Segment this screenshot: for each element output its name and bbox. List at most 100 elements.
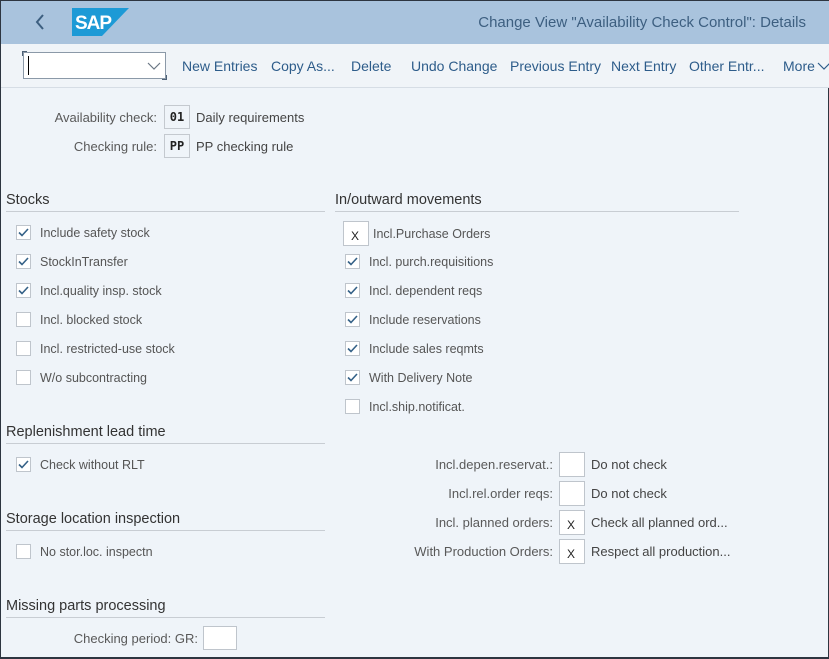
field-row-incl-depen-reservat: Incl.depen.reservat.: Do not check xyxy=(381,452,667,477)
purchase-orders-input[interactable] xyxy=(343,221,369,246)
chevron-down-icon[interactable] xyxy=(147,60,161,72)
checkmark-icon xyxy=(18,257,29,266)
checkbox-label: Incl.quality insp. stock xyxy=(40,283,162,298)
checkbox-label: Incl. dependent reqs xyxy=(369,283,483,298)
checkbox[interactable] xyxy=(345,312,360,327)
page-title: Change View "Availability Check Control"… xyxy=(478,14,806,31)
undo-change-button[interactable]: Undo Change xyxy=(411,58,497,74)
checkbox[interactable] xyxy=(16,312,31,327)
checkmark-icon xyxy=(18,228,29,237)
field-desc: Do not check xyxy=(591,486,667,501)
next-entry-button[interactable]: Next Entry xyxy=(611,58,676,74)
checkbox-label: W/o subcontracting xyxy=(40,370,147,385)
checkbox-label: Incl. blocked stock xyxy=(40,312,143,327)
checkbox-label: Include reservations xyxy=(369,312,481,327)
previous-entry-button[interactable]: Previous Entry xyxy=(510,58,601,74)
checkbox[interactable] xyxy=(345,283,360,298)
checkbox-row-incl-ship-notificat[interactable]: Incl.ship.notificat. xyxy=(345,399,465,414)
checkbox[interactable] xyxy=(16,254,31,269)
checking-rule-value: PP xyxy=(164,134,190,158)
checkmark-icon xyxy=(347,286,358,295)
checkbox-label: Incl.ship.notificat. xyxy=(369,399,465,414)
field-desc: Respect all production... xyxy=(591,544,731,559)
checkmark-icon xyxy=(18,286,29,295)
field-row-incl-planned-orders: Incl. planned orders: Check all planned o… xyxy=(381,510,728,535)
checkmark-icon xyxy=(347,257,358,266)
availability-check-label: Availability check: xyxy=(54,109,157,125)
checking-rule-label: Checking rule: xyxy=(73,138,157,154)
checkbox-row-stockintransfer[interactable]: StockInTransfer xyxy=(16,254,128,269)
checkbox[interactable] xyxy=(345,399,360,414)
checkbox-row-include-sales-reqmts[interactable]: Include sales reqmts xyxy=(345,341,484,356)
more-button[interactable]: More xyxy=(783,58,829,74)
availability-check-row: Availability check: 01 Daily requirement… xyxy=(21,105,304,129)
new-entries-button[interactable]: New Entries xyxy=(182,58,257,74)
checkbox[interactable] xyxy=(16,283,31,298)
checkbox-row-w-o-subcontracting[interactable]: W/o subcontracting xyxy=(16,370,147,385)
field-row-with-production-orders: With Production Orders: Respect all produ… xyxy=(381,539,730,564)
command-input[interactable] xyxy=(28,56,140,75)
checkbox-row-incl-dependent-reqs[interactable]: Incl. dependent reqs xyxy=(345,283,482,298)
svg-text:SAP: SAP xyxy=(75,13,112,34)
availability-check-value: 01 xyxy=(164,105,190,129)
checking-rule-desc: PP checking rule xyxy=(196,138,294,154)
storage-section-title: Storage location inspection xyxy=(6,511,325,531)
checkbox-row-no-stor-loc-inspectn[interactable]: No stor.loc. inspectn xyxy=(16,544,153,559)
checkbox-label: With Delivery Note xyxy=(369,370,473,385)
checkbox-label: Incl. purch.requisitions xyxy=(369,254,494,269)
back-button[interactable] xyxy=(27,9,53,35)
shell-header: SAP Change View "Availability Check Cont… xyxy=(1,0,829,44)
checkbox-row-incl-purch-requisitions[interactable]: Incl. purch.requisitions xyxy=(345,254,493,269)
checking-period-row: Checking period: GR: xyxy=(21,626,237,650)
field-label: Incl. planned orders: xyxy=(435,515,553,530)
field-input[interactable] xyxy=(559,539,585,564)
field-desc: Do not check xyxy=(591,457,667,472)
chevron-left-icon xyxy=(35,14,44,30)
checkbox[interactable] xyxy=(16,370,31,385)
checkbox[interactable] xyxy=(16,341,31,356)
checkbox-row-incl-restricted-use-stock[interactable]: Incl. restricted-use stock xyxy=(16,341,175,356)
movements-section-title: In/outward movements xyxy=(335,192,739,212)
checkbox-label: No stor.loc. inspectn xyxy=(40,544,153,559)
other-entry-button[interactable]: Other Entr... xyxy=(689,58,764,74)
checkbox[interactable] xyxy=(345,341,360,356)
checkbox-label: Check without RLT xyxy=(40,457,145,472)
checkbox-label: Include sales reqmts xyxy=(369,341,484,356)
checkbox-row-with-delivery-note[interactable]: With Delivery Note xyxy=(345,370,473,385)
copy-as-button[interactable]: Copy As... xyxy=(271,58,335,74)
field-label: Incl.rel.order reqs: xyxy=(448,486,553,501)
field-label: With Production Orders: xyxy=(414,544,553,559)
availability-check-desc: Daily requirements xyxy=(196,109,305,125)
checkbox-row-incl-blocked-stock[interactable]: Incl. blocked stock xyxy=(16,312,142,327)
checkbox[interactable] xyxy=(345,370,360,385)
field-input[interactable] xyxy=(559,510,585,535)
command-field[interactable] xyxy=(22,51,167,80)
checkbox[interactable] xyxy=(16,225,31,240)
checkbox-label: StockInTransfer xyxy=(40,254,128,269)
field-desc: Check all planned ord... xyxy=(591,515,728,530)
checkbox[interactable] xyxy=(345,254,360,269)
checkbox-row-check-without-rlt[interactable]: Check without RLT xyxy=(16,457,145,472)
checkbox-row-include-safety-stock[interactable]: Include safety stock xyxy=(16,225,150,240)
checking-period-input[interactable] xyxy=(203,626,237,650)
checking-period-label: Checking period: GR: xyxy=(73,630,198,646)
sap-logo: SAP xyxy=(72,8,129,36)
checkbox-row-include-reservations[interactable]: Include reservations xyxy=(345,312,481,327)
delete-button[interactable]: Delete xyxy=(351,58,391,74)
field-row-incl-rel-order-reqs: Incl.rel.order reqs: Do not check xyxy=(381,481,667,506)
checkmark-icon xyxy=(347,315,358,324)
field-input[interactable] xyxy=(559,452,585,477)
purchase-orders-label: Incl.Purchase Orders xyxy=(373,226,491,241)
field-input[interactable] xyxy=(559,481,585,506)
stocks-section-title: Stocks xyxy=(6,192,325,212)
checkbox-label: Incl. restricted-use stock xyxy=(40,341,175,356)
checkbox[interactable] xyxy=(16,544,31,559)
checkmark-icon xyxy=(347,373,358,382)
checkmark-icon xyxy=(347,344,358,353)
more-label: More xyxy=(783,58,815,74)
checkbox[interactable] xyxy=(16,457,31,472)
missing-parts-section-title: Missing parts processing xyxy=(6,598,325,618)
checkmark-icon xyxy=(18,460,29,469)
chevron-down-icon xyxy=(817,62,829,70)
checkbox-row-incl-quality-insp-stock[interactable]: Incl.quality insp. stock xyxy=(16,283,162,298)
